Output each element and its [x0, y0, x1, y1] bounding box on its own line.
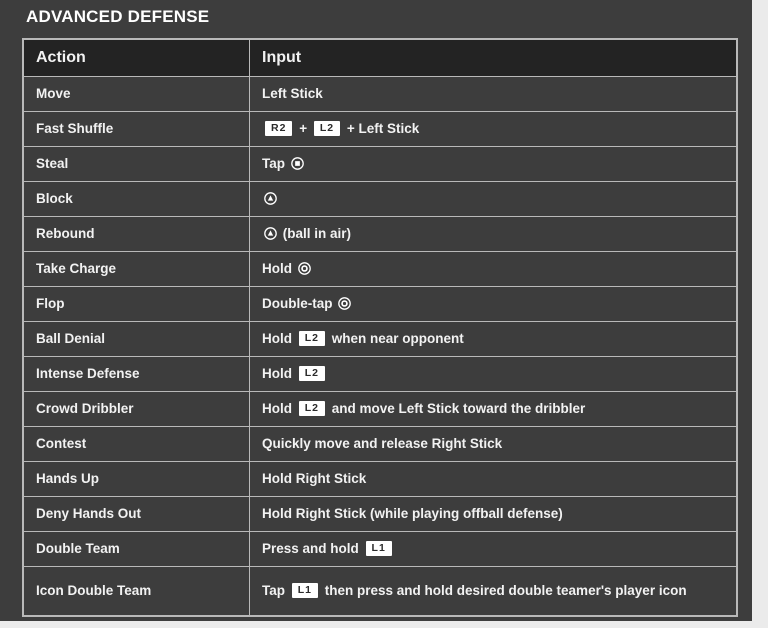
- input-text: Tap: [262, 582, 289, 598]
- table-header: Action Input: [23, 39, 737, 77]
- table-row: Block: [23, 181, 737, 217]
- cell-action: Icon Double Team: [23, 566, 250, 616]
- cell-input: Hold L2 when near opponent: [249, 321, 737, 357]
- input-combo: Hold Right Stick (while playing offball …: [262, 506, 563, 521]
- cell-input: Tap: [249, 146, 737, 182]
- table-row: Rebound (ball in air): [23, 216, 737, 252]
- input-text: +: [295, 120, 311, 136]
- circle-button-icon: [297, 262, 311, 275]
- cell-action: Deny Hands Out: [23, 496, 250, 532]
- triangle-button-icon: [264, 192, 277, 205]
- input-text: Hold: [262, 400, 296, 416]
- cell-action: Hands Up: [23, 461, 250, 497]
- cell-input: Hold L2: [249, 356, 737, 392]
- shoulder-button-r2-icon: R2: [265, 120, 293, 136]
- cell-input: Hold Right Stick: [249, 461, 737, 497]
- table-row: Contest Quickly move and release Right St…: [23, 426, 737, 462]
- input-text: Hold Right Stick: [262, 470, 367, 486]
- cell-action: Ball Denial: [23, 321, 250, 357]
- input-combo: Tap L1 then press and hold desired doubl…: [262, 582, 687, 598]
- table-header-row: Action Input: [23, 39, 737, 77]
- page-title: ADVANCED DEFENSE: [26, 7, 210, 26]
- input-combo: Quickly move and release Right Stick: [262, 436, 502, 451]
- input-combo: [262, 191, 279, 206]
- input-text: then press and hold desired double teame…: [321, 582, 687, 598]
- controls-table-container: Action Input Move Left Stick Fast Shuffle R…: [22, 38, 738, 617]
- cell-action: Crowd Dribbler: [23, 391, 250, 427]
- cell-input: Quickly move and release Right Stick: [249, 426, 737, 462]
- shoulder-button-l2-icon: L2: [298, 400, 326, 416]
- cell-input: Tap L1 then press and hold desired doubl…: [249, 566, 737, 616]
- column-header-action: Action: [23, 39, 250, 77]
- input-text: (ball in air): [279, 225, 352, 241]
- input-text: Hold: [262, 330, 296, 346]
- cell-input: (ball in air): [249, 216, 737, 252]
- input-combo: Press and hold L1: [262, 540, 395, 556]
- input-combo: Left Stick: [262, 86, 323, 101]
- table-row: Double Team Press and hold L1: [23, 531, 737, 567]
- input-text: Double-tap: [262, 295, 337, 311]
- table-row: Move Left Stick: [23, 76, 737, 112]
- cell-input: Hold Right Stick (while playing offball …: [249, 496, 737, 532]
- cell-action: Move: [23, 76, 250, 112]
- cell-input: Hold L2 and move Left Stick toward the d…: [249, 391, 737, 427]
- table-row: Icon Double Team Tap L1 then press and ho…: [23, 566, 737, 616]
- cell-action: Flop: [23, 286, 250, 322]
- input-text: and move Left Stick toward the dribbler: [328, 400, 586, 416]
- shoulder-button-l1-icon: L1: [365, 540, 392, 556]
- cell-action: Take Charge: [23, 251, 250, 287]
- cell-action: Steal: [23, 146, 250, 182]
- cell-action: Block: [23, 181, 250, 217]
- input-text: Hold Right Stick (while playing offball …: [262, 505, 563, 521]
- controls-table: Action Input Move Left Stick Fast Shuffle R…: [23, 39, 737, 616]
- input-combo: Hold: [262, 261, 313, 276]
- table-body: Move Left Stick Fast Shuffle R2 + L2 + Left…: [23, 76, 737, 616]
- table-row: Intense Defense Hold L2: [23, 356, 737, 392]
- table-row: Hands Up Hold Right Stick: [23, 461, 737, 497]
- table-row: Flop Double-tap: [23, 286, 737, 322]
- table-row: Ball Denial Hold L2 when near opponent: [23, 321, 737, 357]
- square-button-icon: [290, 157, 304, 170]
- cell-action: Fast Shuffle: [23, 111, 250, 147]
- cell-input: Press and hold L1: [249, 531, 737, 567]
- column-header-input: Input: [249, 39, 737, 77]
- shoulder-button-l2-icon: L2: [313, 120, 341, 136]
- circle-button-icon: [338, 297, 352, 310]
- input-combo: R2 + L2 + Left Stick: [262, 120, 420, 136]
- input-text: Left Stick: [262, 85, 323, 101]
- cell-input: Left Stick: [249, 76, 737, 112]
- shoulder-button-l1-icon: L1: [291, 582, 319, 598]
- cell-action: Rebound: [23, 216, 250, 252]
- cell-action: Double Team: [23, 531, 250, 567]
- cell-input: Hold: [249, 251, 737, 287]
- input-combo: Hold L2 when near opponent: [262, 330, 464, 346]
- input-text: Quickly move and release Right Stick: [262, 435, 503, 451]
- input-text: Hold: [262, 260, 296, 276]
- table-row: Steal Tap: [23, 146, 737, 182]
- cell-action: Contest: [23, 426, 250, 462]
- input-combo: (ball in air): [262, 226, 351, 241]
- cell-action: Intense Defense: [23, 356, 250, 392]
- cell-input: Double-tap: [249, 286, 737, 322]
- shoulder-button-l2-icon: L2: [298, 330, 326, 346]
- input-combo: Tap: [262, 156, 306, 171]
- input-text: Tap: [262, 155, 289, 171]
- input-text: Hold: [262, 365, 296, 381]
- input-text: when near opponent: [328, 330, 464, 346]
- cell-input: R2 + L2 + Left Stick: [249, 111, 737, 147]
- triangle-button-icon: [264, 227, 277, 240]
- shoulder-button-l2-icon: L2: [298, 365, 326, 381]
- input-combo: Double-tap: [262, 296, 353, 311]
- input-text: Press and hold: [262, 540, 363, 556]
- input-text: + Left Stick: [343, 120, 420, 136]
- cell-input: [249, 181, 737, 217]
- input-combo: Hold L2 and move Left Stick toward the d…: [262, 400, 586, 416]
- table-row: Take Charge Hold: [23, 251, 737, 287]
- table-row: Deny Hands Out Hold Right Stick (while pl…: [23, 496, 737, 532]
- input-combo: Hold Right Stick: [262, 471, 366, 486]
- table-row: Fast Shuffle R2 + L2 + Left Stick: [23, 111, 737, 147]
- advanced-defense-panel: ADVANCED DEFENSE Action Input Move Left S…: [0, 0, 752, 621]
- input-combo: Hold L2: [262, 365, 328, 381]
- table-row: Crowd Dribbler Hold L2 and move Left Stic…: [23, 391, 737, 427]
